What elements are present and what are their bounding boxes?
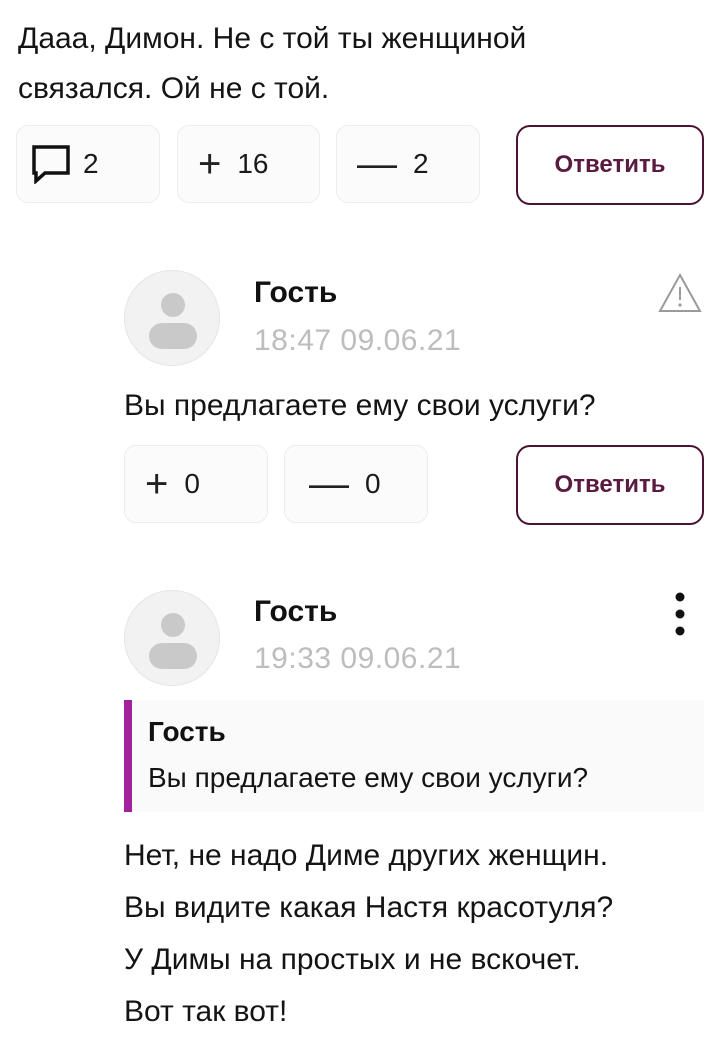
quoted-comment: Гость Вы предлагаете ему свои услуги? (124, 700, 704, 812)
comment-text-line: Нет, не надо Диме других женщин. (124, 839, 609, 872)
upvote-button[interactable]: + 0 (124, 445, 268, 523)
reply-button[interactable]: Ответить (516, 125, 704, 205)
downvote-count: 2 (413, 148, 429, 179)
reply-button[interactable]: Ответить (516, 445, 704, 525)
downvote-count: 0 (365, 468, 381, 499)
comment-text: Нет, не надо Диме других женщин. Вы види… (124, 830, 613, 1038)
avatar (124, 270, 220, 366)
minus-icon: — (357, 142, 397, 186)
comment-time: 19:33 09.06.21 (254, 642, 462, 675)
upvote-button[interactable]: + 16 (177, 125, 320, 203)
quote-text: Вы предлагаете ему свои услуги? (148, 762, 589, 793)
comments-count: 2 (83, 148, 99, 179)
avatar (124, 590, 220, 686)
upvote-count: 0 (184, 468, 200, 499)
downvote-button[interactable]: — 0 (284, 445, 428, 523)
vertical-dots-icon[interactable] (668, 590, 692, 638)
plus-icon: + (145, 462, 169, 506)
comment-time: 18:47 09.06.21 (254, 324, 462, 357)
comment-text-line: Вы видите какая Настя красотуля? (124, 891, 614, 924)
warning-triangle-icon[interactable] (657, 272, 703, 314)
minus-icon: — (309, 462, 349, 506)
quote-author: Гость (148, 716, 226, 747)
comment-author: Гость (254, 595, 338, 628)
comments-count-button[interactable]: 2 (16, 125, 160, 203)
comment-author: Гость (254, 276, 338, 309)
comment-text: Дааа, Димон. Не с той ты женщиной связал… (18, 14, 708, 114)
comment-text-line: Дааа, Димон. Не с той ты женщиной (18, 22, 527, 55)
plus-icon: + (198, 142, 222, 186)
upvote-count: 16 (237, 148, 269, 179)
quote-bar (124, 700, 132, 812)
comment-text-line: У Димы на простых и не вскочет. (124, 943, 581, 976)
speech-bubble-icon (32, 145, 70, 184)
downvote-button[interactable]: — 2 (336, 125, 480, 203)
comment-text-line: связался. Ой не с той. (18, 72, 330, 105)
comment-text: Вы предлагаете ему свои услуги? (124, 389, 596, 422)
comment-text-line: Вот так вот! (124, 995, 288, 1028)
